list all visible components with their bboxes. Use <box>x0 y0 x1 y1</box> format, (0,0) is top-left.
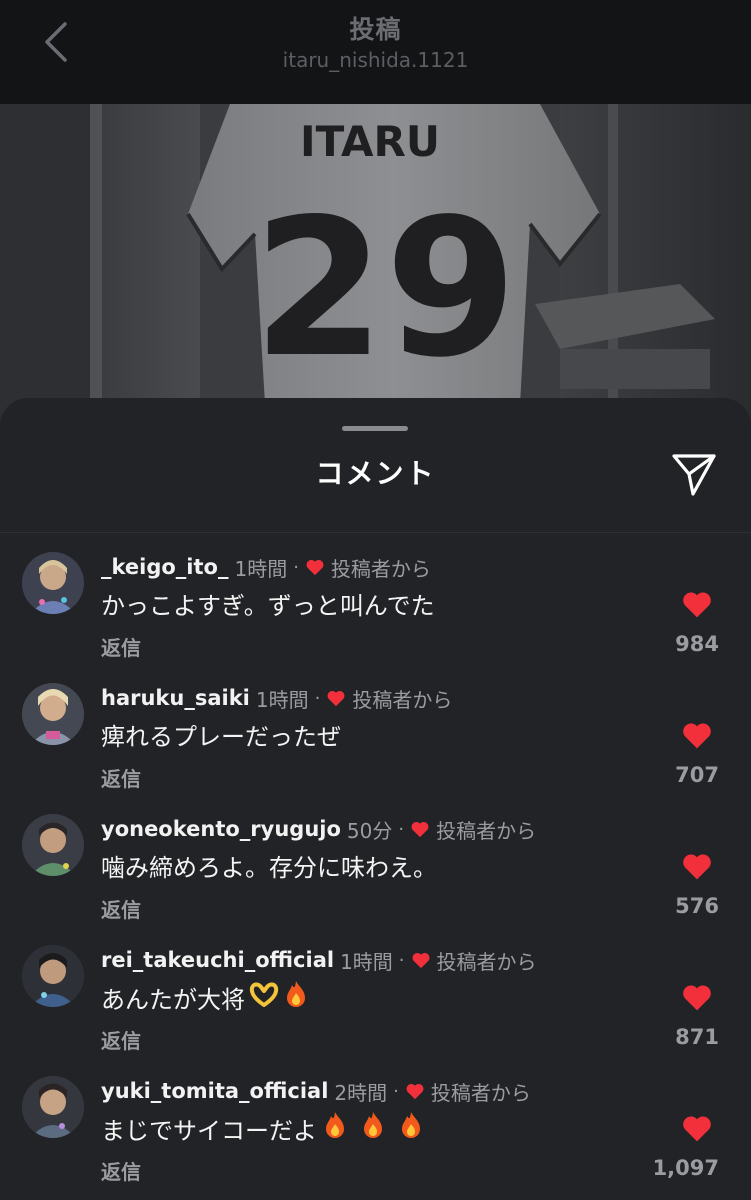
like-count: 707 <box>675 763 719 787</box>
reply-button[interactable]: 返信 <box>101 894 141 923</box>
like-count: 1,097 <box>652 1156 719 1180</box>
comment-body: まじでサイコーだよ <box>101 1116 317 1145</box>
creator-liked-label: 投稿者から <box>430 1080 531 1105</box>
comment-item: rei_takeuchi_official 1時間 · 投稿者から あんたが大将 <box>0 945 751 1076</box>
account-username[interactable]: itaru_nishida.1121 <box>0 48 751 72</box>
comment-username[interactable]: yuki_tomita_official <box>101 1079 328 1103</box>
comment-username[interactable]: rei_takeuchi_official <box>101 948 334 972</box>
comment-item: haruku_saiki 1時間 · 投稿者から 痺れるプレーだったぜ 返信 7… <box>0 683 751 814</box>
comment-body: かっこよすぎ。ずっと叫んでた <box>101 592 435 620</box>
comment-username[interactable]: yoneokento_ryugujo <box>101 817 341 841</box>
meta-separator: · <box>398 949 405 971</box>
like-button[interactable] <box>680 1112 714 1144</box>
jersey-number: 29 <box>253 178 517 399</box>
jersey-name: ITARU <box>300 117 440 166</box>
comment-time: 2時間 <box>334 1080 388 1105</box>
like-button[interactable] <box>680 981 714 1013</box>
like-count: 576 <box>675 894 719 918</box>
comment-meta: yoneokento_ryugujo 50分 · 投稿者から <box>101 814 536 844</box>
creator-liked-label: 投稿者から <box>436 949 537 974</box>
comment-username[interactable]: haruku_saiki <box>101 686 250 710</box>
comment-item: _keigo_ito_ 1時間 · 投稿者から かっこよすぎ。ずっと叫んでた 返… <box>0 552 751 683</box>
reply-button[interactable]: 返信 <box>101 763 141 792</box>
header-bar: 投稿 itaru_nishida.1121 <box>0 0 751 104</box>
fire-emoji-icon <box>359 1110 387 1146</box>
heart-filled-icon <box>683 854 711 880</box>
creator-liked-heart-icon <box>410 820 430 838</box>
creator-liked-label: 投稿者から <box>436 818 537 843</box>
post-comments-screen: 投稿 itaru_nishida.1121 ITARU 29 コメント _kei… <box>0 0 751 1200</box>
meta-separator: · <box>393 1080 399 1102</box>
heart-filled-icon <box>683 723 711 749</box>
heart-filled-icon <box>683 1116 711 1142</box>
like-count: 871 <box>675 1025 719 1049</box>
comment-meta: haruku_saiki 1時間 · 投稿者から <box>101 683 452 713</box>
comment-username[interactable]: _keigo_ito_ <box>101 555 228 579</box>
reply-button[interactable]: 返信 <box>101 632 141 661</box>
comment-body: あんたが大将 <box>101 985 245 1014</box>
avatar[interactable] <box>22 1076 84 1138</box>
comment-text: まじでサイコーだよ <box>101 1110 425 1146</box>
share-button[interactable] <box>666 448 722 500</box>
paper-plane-icon <box>672 454 716 496</box>
comment-time: 50分 <box>346 818 393 843</box>
comment-body: 痺れるプレーだったぜ <box>101 723 341 751</box>
avatar[interactable] <box>22 814 84 876</box>
comment-time: 1時間 <box>255 687 309 712</box>
sheet-grabber[interactable] <box>342 426 408 431</box>
comment-item: yoneokento_ryugujo 50分 · 投稿者から 噛み締めろよ。存分… <box>0 814 751 945</box>
fire-emoji-icon <box>397 1110 425 1146</box>
post-photo[interactable]: ITARU 29 <box>0 104 751 424</box>
comment-body: 噛み締めろよ。存分に味わえ。 <box>101 854 437 882</box>
heart-filled-icon <box>683 592 711 618</box>
comment-text: 噛み締めろよ。存分に味わえ。 <box>101 848 437 883</box>
fire-emoji-icon <box>321 1110 349 1146</box>
meta-separator: · <box>398 818 405 840</box>
creator-liked-label: 投稿者から <box>352 687 453 712</box>
meta-separator: · <box>293 556 299 578</box>
comment-meta: _keigo_ito_ 1時間 · 投稿者から <box>101 552 431 582</box>
like-button[interactable] <box>680 850 714 882</box>
comment-text: 痺れるプレーだったぜ <box>101 717 341 752</box>
avatar[interactable] <box>22 552 84 614</box>
meta-separator: · <box>314 687 321 709</box>
comments-title: コメント <box>315 457 436 490</box>
like-count: 984 <box>675 632 719 656</box>
sheet-divider <box>0 532 751 533</box>
avatar[interactable] <box>22 945 84 1007</box>
fire-emoji-icon <box>283 979 309 1015</box>
comment-text: あんたが大将 <box>101 979 309 1015</box>
comments-sheet: コメント _keigo_ito_ 1時間 · 投稿者から かっこよすぎ。ずっと叫… <box>0 398 751 1200</box>
avatar[interactable] <box>22 683 84 745</box>
like-button[interactable] <box>680 588 714 620</box>
creator-liked-label: 投稿者から <box>330 556 431 581</box>
comment-text: かっこよすぎ。ずっと叫んでた <box>101 586 435 621</box>
comment-meta: rei_takeuchi_official 1時間 · 投稿者から <box>101 945 537 975</box>
heart-hands-emoji-icon <box>249 981 279 1013</box>
reply-button[interactable]: 返信 <box>101 1156 141 1185</box>
creator-liked-heart-icon <box>405 1082 425 1100</box>
like-button[interactable] <box>680 719 714 751</box>
comment-time: 1時間 <box>234 556 288 581</box>
reply-button[interactable]: 返信 <box>101 1025 141 1054</box>
creator-liked-heart-icon <box>305 558 325 576</box>
heart-filled-icon <box>683 985 711 1011</box>
comment-meta: yuki_tomita_official 2時間 · 投稿者から <box>101 1076 531 1106</box>
creator-liked-heart-icon <box>411 951 431 969</box>
creator-liked-heart-icon <box>326 689 346 707</box>
comment-item: yuki_tomita_official 2時間 · 投稿者から まじでサイコー… <box>0 1076 751 1200</box>
page-title: 投稿 <box>349 15 402 44</box>
comment-time: 1時間 <box>340 949 393 974</box>
